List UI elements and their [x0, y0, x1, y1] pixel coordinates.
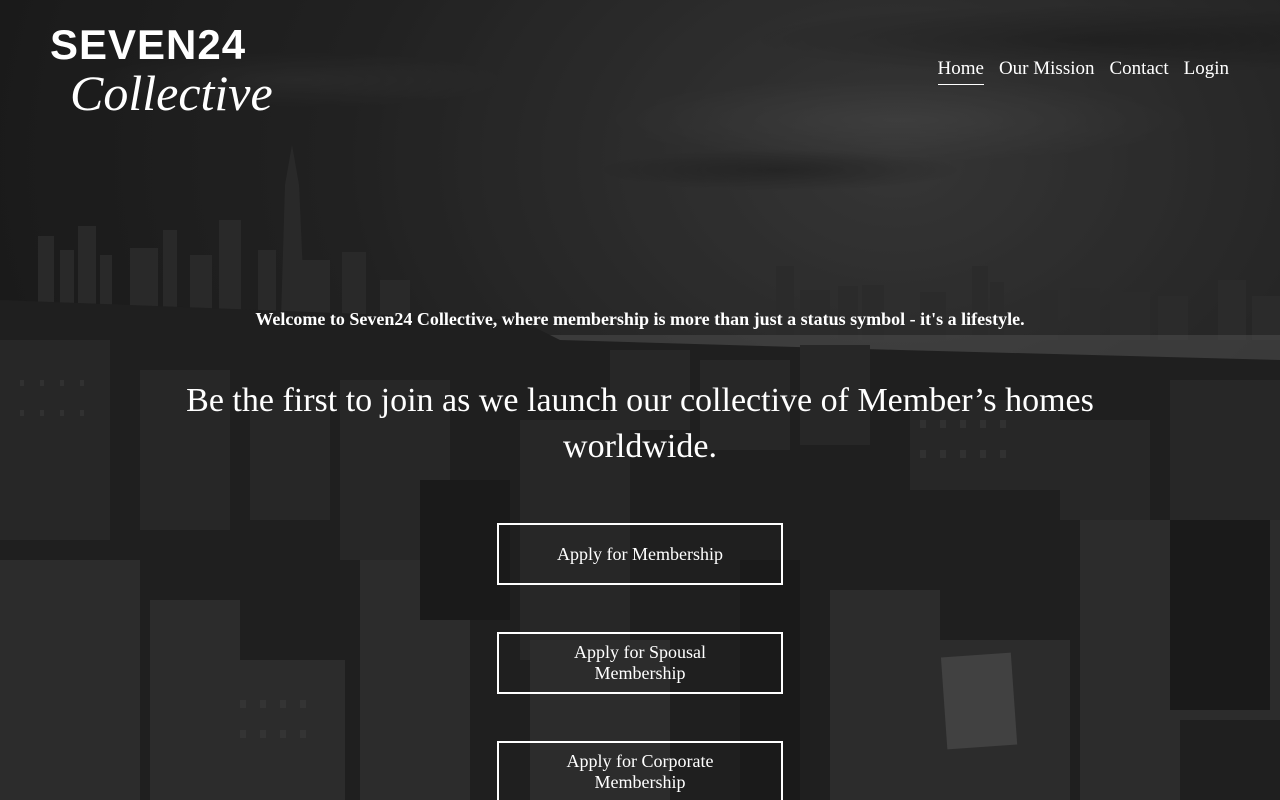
- logo-wordmark-script: Collective: [70, 65, 273, 121]
- apply-corporate-membership-label: Apply for Corporate Membership: [566, 751, 714, 792]
- hero-headline: Be the first to join as we launch our co…: [186, 382, 1094, 465]
- apply-spousal-membership-button[interactable]: Apply for Spousal Membership: [497, 632, 783, 694]
- apply-corporate-membership-button[interactable]: Apply for Corporate Membership: [497, 741, 783, 800]
- hero-section: SEVEN24 Collective Home Our Mission Cont…: [0, 0, 1280, 800]
- apply-spousal-membership-label: Apply for Spousal Membership: [574, 642, 706, 683]
- main-nav: Home Our Mission Contact Login: [937, 58, 1229, 85]
- nav-home-link[interactable]: Home: [937, 58, 984, 85]
- nav-login-link[interactable]: Login: [1184, 58, 1229, 85]
- apply-membership-button[interactable]: Apply for Membership: [497, 523, 783, 585]
- apply-membership-label: Apply for Membership: [557, 543, 723, 564]
- logo-wordmark-top: SEVEN24: [50, 21, 247, 68]
- nav-our-mission-link[interactable]: Our Mission: [999, 58, 1095, 85]
- welcome-text: Welcome to Seven24 Collective, where mem…: [255, 309, 1025, 329]
- nav-contact-link[interactable]: Contact: [1110, 58, 1169, 85]
- brand-logo[interactable]: SEVEN24 Collective: [50, 21, 280, 121]
